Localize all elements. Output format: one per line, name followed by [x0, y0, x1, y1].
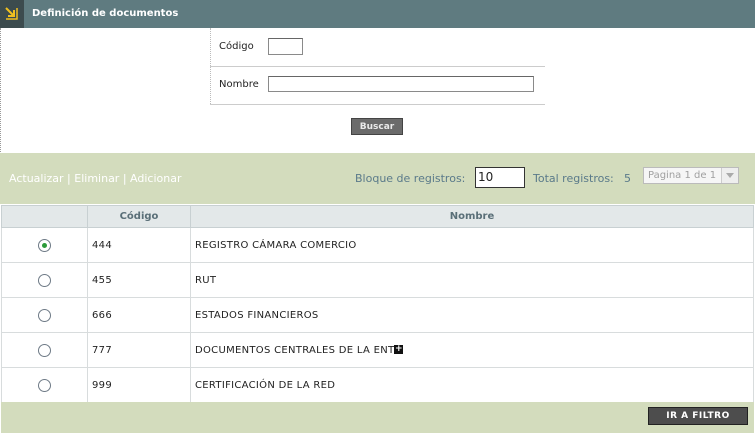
nombre-row: Nombre [210, 67, 545, 105]
column-header-codigo[interactable]: Código [87, 205, 191, 228]
action-links: Actualizar | Eliminar | Adicionar [9, 172, 182, 185]
table-header: Código Nombre [1, 205, 754, 228]
nombre-text: DOCUMENTOS CENTRALES DE LA ENT [195, 344, 395, 356]
row-divider [210, 67, 211, 104]
actualizar-link[interactable]: Actualizar [9, 172, 64, 185]
chevron-down-icon[interactable] [721, 168, 738, 183]
ir-a-filtro-button[interactable]: IR A FILTRO [648, 407, 748, 425]
nombre-cell: RUT [190, 262, 754, 298]
column-header-select [1, 205, 88, 228]
codigo-cell: 777 [87, 332, 191, 368]
documents-table: Código Nombre 444 REGISTRO CÁMARA COMERC… [1, 205, 754, 403]
row-divider [210, 28, 211, 66]
nombre-cell: REGISTRO CÁMARA COMERCIO [190, 227, 754, 263]
codigo-label: Código [219, 41, 254, 52]
codigo-cell: 444 [87, 227, 191, 263]
row-radio[interactable] [38, 238, 51, 252]
expand-plus-icon[interactable]: + [394, 345, 404, 354]
nombre-cell: DOCUMENTOS CENTRALES DE LA ENT+ [190, 332, 754, 368]
row-select-cell [1, 367, 88, 403]
left-divider [0, 28, 1, 154]
row-select-cell [1, 332, 88, 368]
column-header-nombre[interactable]: Nombre [190, 205, 754, 228]
nombre-input[interactable] [268, 76, 534, 92]
separator: | [63, 172, 75, 185]
codigo-cell: 999 [87, 367, 191, 403]
separator: | [119, 172, 131, 185]
bloque-input[interactable]: 10 [475, 167, 525, 188]
row-radio[interactable] [38, 378, 51, 392]
nombre-label: Nombre [219, 79, 259, 90]
table-row[interactable]: 455 RUT [1, 262, 754, 298]
codigo-input[interactable] [268, 38, 303, 55]
row-radio[interactable] [38, 273, 51, 287]
table-row[interactable]: 999 CERTIFICACIÓN DE LA RED [1, 367, 754, 403]
bloque-label: Bloque de registros: [355, 172, 466, 185]
codigo-cell: 666 [87, 297, 191, 333]
total-label: Total registros: [533, 172, 614, 185]
codigo-cell: 455 [87, 262, 191, 298]
nombre-cell: CERTIFICACIÓN DE LA RED [190, 367, 754, 403]
row-radio[interactable] [38, 308, 51, 322]
table-row[interactable]: 444 REGISTRO CÁMARA COMERCIO [1, 227, 754, 263]
page-select[interactable]: Pagina 1 de 1 [643, 167, 739, 184]
adicionar-link[interactable]: Adicionar [130, 172, 181, 185]
window-titlebar: Definición de documentos [0, 0, 755, 28]
nombre-cell: ESTADOS FINANCIEROS [190, 297, 754, 333]
row-select-cell [1, 262, 88, 298]
row-select-cell [1, 227, 88, 263]
row-radio[interactable] [38, 343, 51, 357]
row-select-cell [1, 297, 88, 333]
table-row[interactable]: 777 DOCUMENTOS CENTRALES DE LA ENT+ [1, 332, 754, 368]
eliminar-link[interactable]: Eliminar [74, 172, 119, 185]
codigo-row: Código [210, 28, 545, 67]
records-toolbar: Actualizar | Eliminar | Adicionar Bloque… [0, 153, 755, 204]
table-row[interactable]: 666 ESTADOS FINANCIEROS [1, 297, 754, 333]
total-value: 5 [624, 172, 631, 185]
footer-bar: IR A FILTRO [1, 402, 754, 433]
search-button[interactable]: Buscar [351, 118, 403, 135]
page-title: Definición de documentos [32, 8, 179, 19]
corner-arrow-icon [0, 0, 24, 28]
page-select-value: Pagina 1 de 1 [648, 170, 717, 181]
